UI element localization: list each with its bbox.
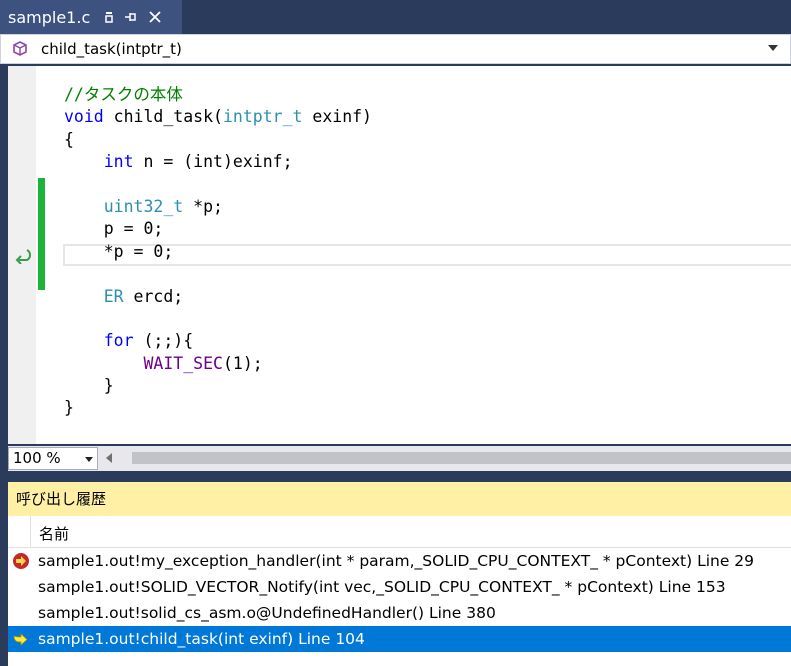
close-icon[interactable] <box>148 10 162 24</box>
call-stack-row[interactable]: sample1.out!my_exception_handler(int * p… <box>8 548 791 574</box>
code-token: intptr_t <box>222 107 303 127</box>
code-line[interactable]: uint32_t *p; <box>64 196 372 218</box>
code-token: } <box>64 398 74 418</box>
code-line[interactable] <box>64 308 372 330</box>
code-token: child_task( <box>103 107 223 127</box>
code-line[interactable]: } <box>64 397 372 419</box>
change-marker <box>38 266 45 290</box>
current-frame-arrow-icon <box>13 633 28 646</box>
code-token: (1); <box>222 353 263 373</box>
call-stack-row[interactable]: sample1.out!solid_cs_asm.o@UndefinedHand… <box>8 600 791 626</box>
code-line[interactable]: } <box>64 375 372 397</box>
code-line[interactable]: //タスクの本体 <box>64 84 372 106</box>
next-statement-icon <box>15 249 31 264</box>
code-token: { <box>64 129 74 149</box>
change-marker <box>38 222 45 244</box>
editor-bottom-bar: 100 % <box>8 446 791 471</box>
pin-icon[interactable] <box>124 10 138 24</box>
code-token: ER <box>103 286 124 306</box>
code-token: int <box>103 152 134 172</box>
code-line[interactable]: WAIT_SEC(1); <box>64 353 372 375</box>
call-stack-panel: 呼び出し履歴 名前 sample1.out!my_exception_handl… <box>0 474 791 666</box>
code-token: *p = 0; <box>64 241 174 261</box>
code-token: uint32_t <box>103 196 184 216</box>
column-divider <box>30 516 31 548</box>
call-stack-frame-text: sample1.out!child_task(int exinf) Line 1… <box>38 630 365 648</box>
panel-separator <box>0 474 791 482</box>
column-header[interactable]: 名前 <box>8 516 791 548</box>
code-token: p = 0; <box>64 219 164 239</box>
document-tab-bar: sample1.c <box>0 0 791 34</box>
code-token: } <box>64 376 114 396</box>
panel-title[interactable]: 呼び出し履歴 <box>8 482 791 516</box>
zoom-value: 100 % <box>13 449 61 467</box>
code-token: *p; <box>183 196 223 216</box>
code-line[interactable]: p = 0; <box>64 218 372 240</box>
call-stack-row[interactable]: sample1.out!child_task(int exinf) Line 1… <box>8 626 791 652</box>
current-scope-label: child_task(intptr_t) <box>41 40 182 58</box>
code-token: WAIT_SEC <box>143 353 223 373</box>
code-editor[interactable]: //タスクの本体 void child_task(intptr_t exinf){… <box>8 66 791 444</box>
column-name-label: 名前 <box>39 525 70 543</box>
dropdown-icon[interactable] <box>104 10 114 24</box>
code-line[interactable] <box>64 174 372 196</box>
code-line[interactable]: for (;;){ <box>64 330 372 352</box>
code-line[interactable]: void child_task(intptr_t exinf) <box>64 106 372 128</box>
code-text[interactable]: //タスクの本体 void child_task(intptr_t exinf){… <box>64 84 372 420</box>
code-token: (;;){ <box>133 331 194 351</box>
code-line[interactable]: { <box>64 129 372 151</box>
code-token: exinf) <box>302 107 372 127</box>
member-navigation-bar[interactable]: child_task(intptr_t) <box>0 34 791 64</box>
chevron-down-icon[interactable] <box>768 45 778 51</box>
code-line[interactable]: int n = (int)exinf; <box>64 151 372 173</box>
change-marker <box>38 178 45 200</box>
code-token: for <box>103 331 134 351</box>
change-marker <box>38 244 45 266</box>
code-token: void <box>64 107 104 127</box>
call-stack-frame-text: sample1.out!SOLID_VECTOR_Notify(int vec,… <box>38 578 726 596</box>
call-stack-frame-text: sample1.out!my_exception_handler(int * p… <box>38 552 755 570</box>
call-stack-list: sample1.out!my_exception_handler(int * p… <box>8 548 791 652</box>
call-stack-frame-text: sample1.out!solid_cs_asm.o@UndefinedHand… <box>38 604 496 622</box>
code-token: n = (int)exinf; <box>133 152 293 172</box>
horizontal-scrollbar-thumb[interactable] <box>132 452 791 464</box>
code-line[interactable]: *p = 0; <box>64 241 372 263</box>
call-stack-row[interactable]: sample1.out!SOLID_VECTOR_Notify(int vec,… <box>8 574 791 600</box>
tab-title: sample1.c <box>8 7 91 27</box>
panel-border <box>0 482 8 666</box>
tab-sample1-c[interactable]: sample1.c <box>0 0 182 34</box>
change-marker <box>38 200 45 222</box>
exception-icon <box>13 553 29 569</box>
scroll-left-icon[interactable] <box>106 453 112 463</box>
code-line[interactable] <box>64 263 372 285</box>
function-cube-icon <box>13 41 27 56</box>
code-token: //タスクの本体 <box>64 85 183 104</box>
code-line[interactable]: ER ercd; <box>64 286 372 308</box>
zoom-dropdown[interactable]: 100 % <box>8 447 98 470</box>
code-token: ercd; <box>123 286 184 306</box>
chevron-down-icon <box>85 457 93 462</box>
